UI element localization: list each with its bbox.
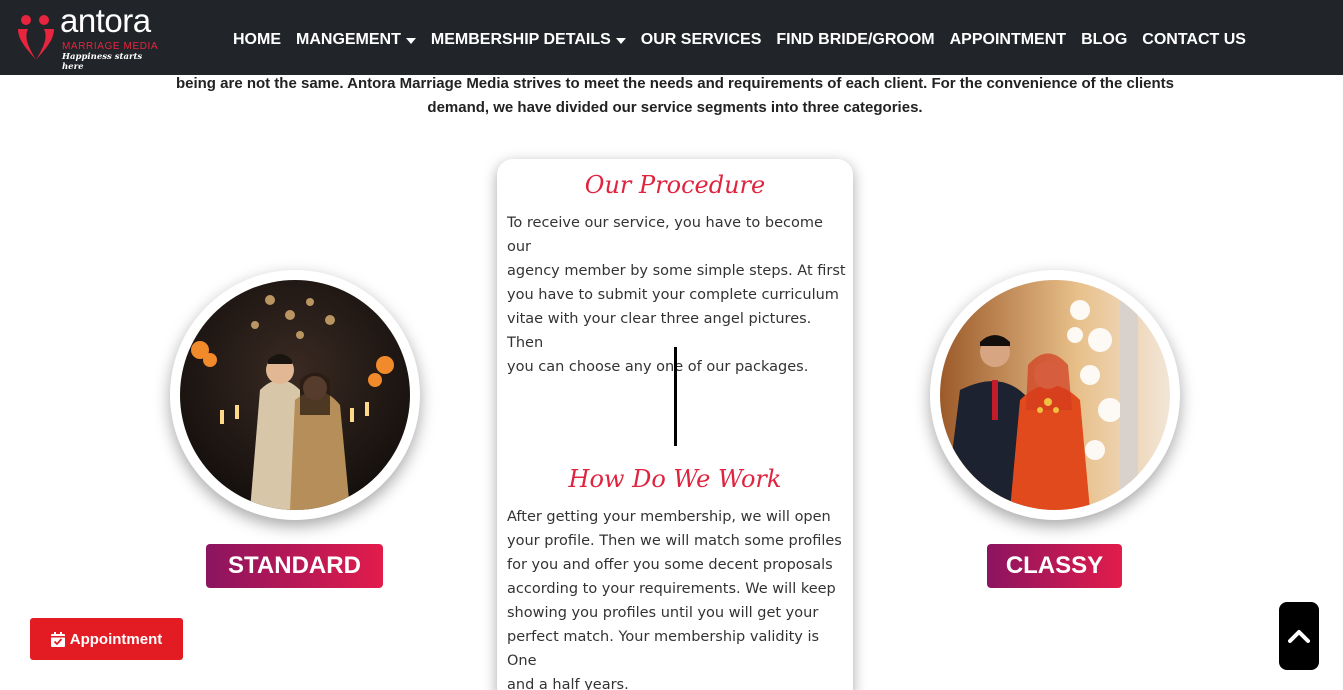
nav-appointment-label: APPOINTMENT bbox=[949, 31, 1067, 48]
brand-logo[interactable]: antora MARRIAGE MEDIA Happiness starts h… bbox=[14, 2, 164, 72]
nav-blog[interactable]: BLOG bbox=[1081, 31, 1127, 49]
nav-blog-label: BLOG bbox=[1081, 31, 1128, 48]
how-we-work-title: How Do We Work bbox=[568, 465, 782, 493]
navbar: antora MARRIAGE MEDIA Happiness starts h… bbox=[0, 0, 1343, 75]
brand-subtitle: MARRIAGE MEDIA bbox=[62, 41, 159, 52]
nav-management-label: MANGEMENT bbox=[296, 31, 401, 48]
procedure-card: Our Procedure To receive our service, yo… bbox=[497, 159, 853, 690]
work-line: perfect match. Your membership validity … bbox=[507, 629, 820, 669]
nav-contact-us[interactable]: CONTACT US bbox=[1142, 31, 1246, 49]
procedure-line: you have to submit your complete curricu… bbox=[507, 287, 839, 303]
procedure-line: vitae with your clear three angel pictur… bbox=[507, 311, 812, 351]
nav-find-bride-groom[interactable]: FIND BRIDE/GROOM bbox=[776, 31, 934, 49]
procedure-text: To receive our service, you have to beco… bbox=[507, 211, 847, 379]
nav-management[interactable]: MANGEMENT bbox=[296, 31, 416, 49]
intro-line-2: demand, we have divided our service segm… bbox=[427, 99, 923, 116]
classy-package-image bbox=[930, 270, 1180, 520]
main-nav: HOME MANGEMENT MEMBERSHIP DETAILS OUR SE… bbox=[233, 30, 1246, 50]
nav-home[interactable]: HOME bbox=[233, 31, 281, 49]
procedure-title: Our Procedure bbox=[584, 171, 766, 199]
how-we-work-text: After getting your membership, we will o… bbox=[507, 505, 847, 690]
floating-appointment-button[interactable]: Appointment bbox=[30, 618, 183, 660]
caret-down-icon bbox=[405, 37, 416, 44]
work-line: and a half years. bbox=[507, 677, 629, 690]
brand-tagline: Happiness starts here bbox=[62, 52, 143, 72]
nav-find-bride-groom-label: FIND BRIDE/GROOM bbox=[776, 31, 935, 48]
scroll-to-top-button[interactable] bbox=[1279, 602, 1319, 670]
work-line: your profile. Then we will match some pr… bbox=[507, 533, 842, 549]
nav-membership-details-label: MEMBERSHIP DETAILS bbox=[430, 31, 611, 48]
standard-couple-photo-art bbox=[180, 280, 410, 510]
work-line: according to your requirements. We will … bbox=[507, 581, 836, 597]
nav-appointment[interactable]: APPOINTMENT bbox=[950, 31, 1066, 49]
services-intro: being are not the same. Antora Marriage … bbox=[120, 72, 1230, 120]
nav-contact-us-label: CONTACT US bbox=[1142, 31, 1246, 48]
standard-package-image bbox=[170, 270, 420, 520]
calendar-check-icon bbox=[50, 631, 65, 647]
hearts-logo-icon bbox=[18, 15, 54, 60]
classy-couple-photo bbox=[940, 280, 1170, 510]
work-line: After getting your membership, we will o… bbox=[507, 509, 831, 525]
appointment-label: Appointment bbox=[69, 630, 163, 648]
classy-package-button[interactable]: CLASSY bbox=[987, 544, 1122, 588]
nav-our-services-label: OUR SERVICES bbox=[640, 31, 762, 48]
procedure-line: you can choose any one of our packages. bbox=[507, 359, 809, 375]
caret-down-icon bbox=[615, 37, 626, 44]
procedure-line: To receive our service, you have to beco… bbox=[507, 215, 823, 255]
nav-membership-details[interactable]: MEMBERSHIP DETAILS bbox=[431, 31, 626, 49]
intro-line-1: being are not the same. Antora Marriage … bbox=[175, 75, 1175, 92]
standard-package-button[interactable]: STANDARD bbox=[206, 544, 383, 588]
classy-couple-photo-art bbox=[940, 280, 1170, 510]
standard-package-label: STANDARD bbox=[228, 552, 361, 579]
nav-our-services[interactable]: OUR SERVICES bbox=[641, 31, 762, 49]
classy-package-label: CLASSY bbox=[1005, 552, 1104, 579]
vertical-divider bbox=[674, 347, 677, 446]
nav-home-label: HOME bbox=[233, 31, 281, 48]
chevron-up-icon bbox=[1288, 630, 1310, 643]
standard-couple-photo bbox=[180, 280, 410, 510]
work-line: for you and offer you some decent propos… bbox=[507, 557, 833, 573]
procedure-line: agency member by some simple steps. At f… bbox=[507, 263, 846, 279]
work-line: showing you profiles until you will get … bbox=[507, 605, 819, 621]
brand-name: antora bbox=[60, 2, 151, 39]
